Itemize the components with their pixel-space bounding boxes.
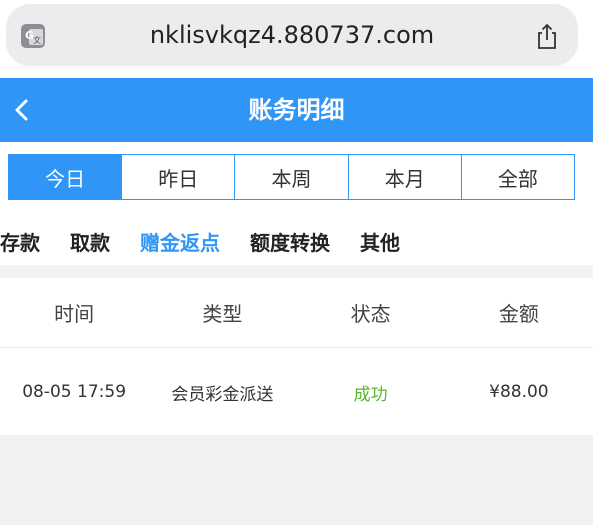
column-header-status: 状态 <box>350 302 391 326</box>
transactions-table: 时间 类型 状态 金额 08-05 17:59 会员彩金派送 成功 ¥88.00 <box>0 278 593 435</box>
page-title: 账务明细 <box>248 96 345 124</box>
tab-credit-transfer[interactable]: 额度转换 <box>250 228 330 258</box>
tab-withdraw[interactable]: 取款 <box>70 228 110 258</box>
browser-bar: G 文 nklisvkqz4.880737.com <box>0 0 593 78</box>
tab-today[interactable]: 今日 <box>9 155 122 199</box>
tab-deposit[interactable]: 存款 <box>0 228 40 258</box>
category-tabs: 存款 取款 赠金返点 额度转换 其他 <box>0 228 430 258</box>
column-header-time: 时间 <box>54 302 95 326</box>
cell-time: 08-05 17:59 <box>22 382 127 402</box>
column-header-amount: 金额 <box>498 302 539 326</box>
cell-status: 成功 <box>353 384 388 405</box>
tab-all[interactable]: 全部 <box>460 155 574 199</box>
tab-other[interactable]: 其他 <box>360 228 400 258</box>
share-icon[interactable] <box>534 22 560 50</box>
column-header-type: 类型 <box>202 302 243 326</box>
cell-type: 会员彩金派送 <box>171 384 274 405</box>
date-range-tabs: 今日 昨日 本周 本月 全部 <box>8 154 575 200</box>
address-bar[interactable]: G 文 nklisvkqz4.880737.com <box>6 4 578 66</box>
filter-area: 今日 昨日 本周 本月 全部 存款 取款 赠金返点 额度转换 其他 <box>0 142 593 265</box>
tab-yesterday[interactable]: 昨日 <box>121 155 234 199</box>
svg-text:文: 文 <box>33 35 41 45</box>
tab-this-month[interactable]: 本月 <box>347 155 461 199</box>
tab-bonus-rebate[interactable]: 赠金返点 <box>140 228 220 258</box>
app-root: G 文 nklisvkqz4.880737.com 账务明细 今日 昨日 本周 … <box>0 0 593 525</box>
table-row[interactable]: 08-05 17:59 会员彩金派送 成功 ¥88.00 <box>0 349 593 435</box>
table-header: 时间 类型 状态 金额 <box>0 278 593 348</box>
tab-this-week[interactable]: 本周 <box>234 155 347 199</box>
url-text[interactable]: nklisvkqz4.880737.com <box>76 20 508 50</box>
translate-icon[interactable]: G 文 <box>20 23 46 49</box>
cell-amount: ¥88.00 <box>489 382 549 402</box>
app-header: 账务明细 <box>0 78 593 142</box>
